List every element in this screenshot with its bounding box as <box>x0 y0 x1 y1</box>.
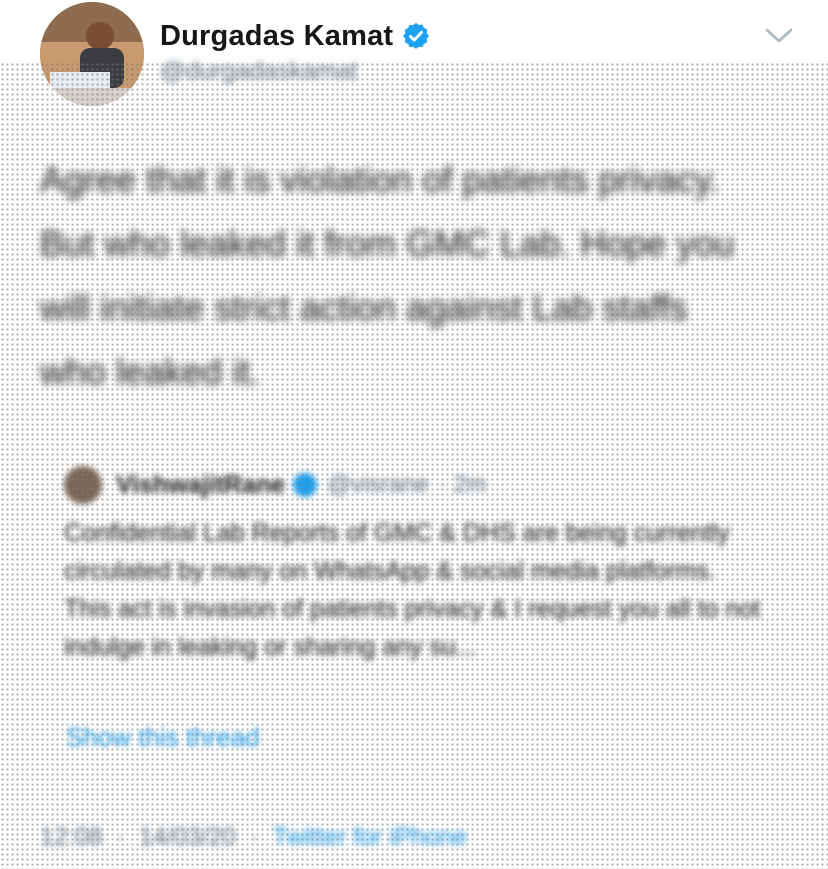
quoted-tweet[interactable]: VishwajitRane @visrane · 2m Confidential… <box>64 464 794 666</box>
author-display-name[interactable]: Durgadas Kamat <box>160 20 393 53</box>
verified-badge-icon <box>403 22 430 49</box>
quoted-author-name: VishwajitRane <box>116 470 286 499</box>
author-handle: @durgadaskamat <box>160 57 358 85</box>
quoted-body-line: Confidential Lab Reports of GMC & DHS ar… <box>64 519 730 585</box>
show-thread-link[interactable]: Show this thread <box>66 722 260 753</box>
tweet-meta: 12:08 · 14/03/20 · Twitter for iPhone <box>40 823 467 852</box>
tweet-time: 12:08 <box>40 823 103 851</box>
author-avatar[interactable] <box>40 2 144 106</box>
quoted-body-line: This act is invasion of patients privacy… <box>64 595 761 661</box>
tweet-date: 14/03/20 <box>138 823 237 851</box>
quoted-avatar <box>64 466 102 504</box>
chevron-down-icon[interactable] <box>762 22 796 48</box>
meta-separator: · <box>250 823 259 851</box>
tweet-source-link[interactable]: Twitter for iPhone <box>273 823 468 852</box>
meta-separator: · <box>116 823 125 851</box>
quoted-verified-icon <box>293 473 318 497</box>
quoted-tweet-body: Confidential Lab Reports of GMC & DHS ar… <box>64 514 794 666</box>
quoted-author-handle: @visrane <box>327 471 429 498</box>
quoted-time: · 2m <box>438 471 487 498</box>
author-name-row: Durgadas Kamat <box>160 16 431 56</box>
tweet-text: Agree that it is violation of patients p… <box>40 159 735 392</box>
quoted-tweet-header: VishwajitRane @visrane · 2m <box>64 464 794 506</box>
